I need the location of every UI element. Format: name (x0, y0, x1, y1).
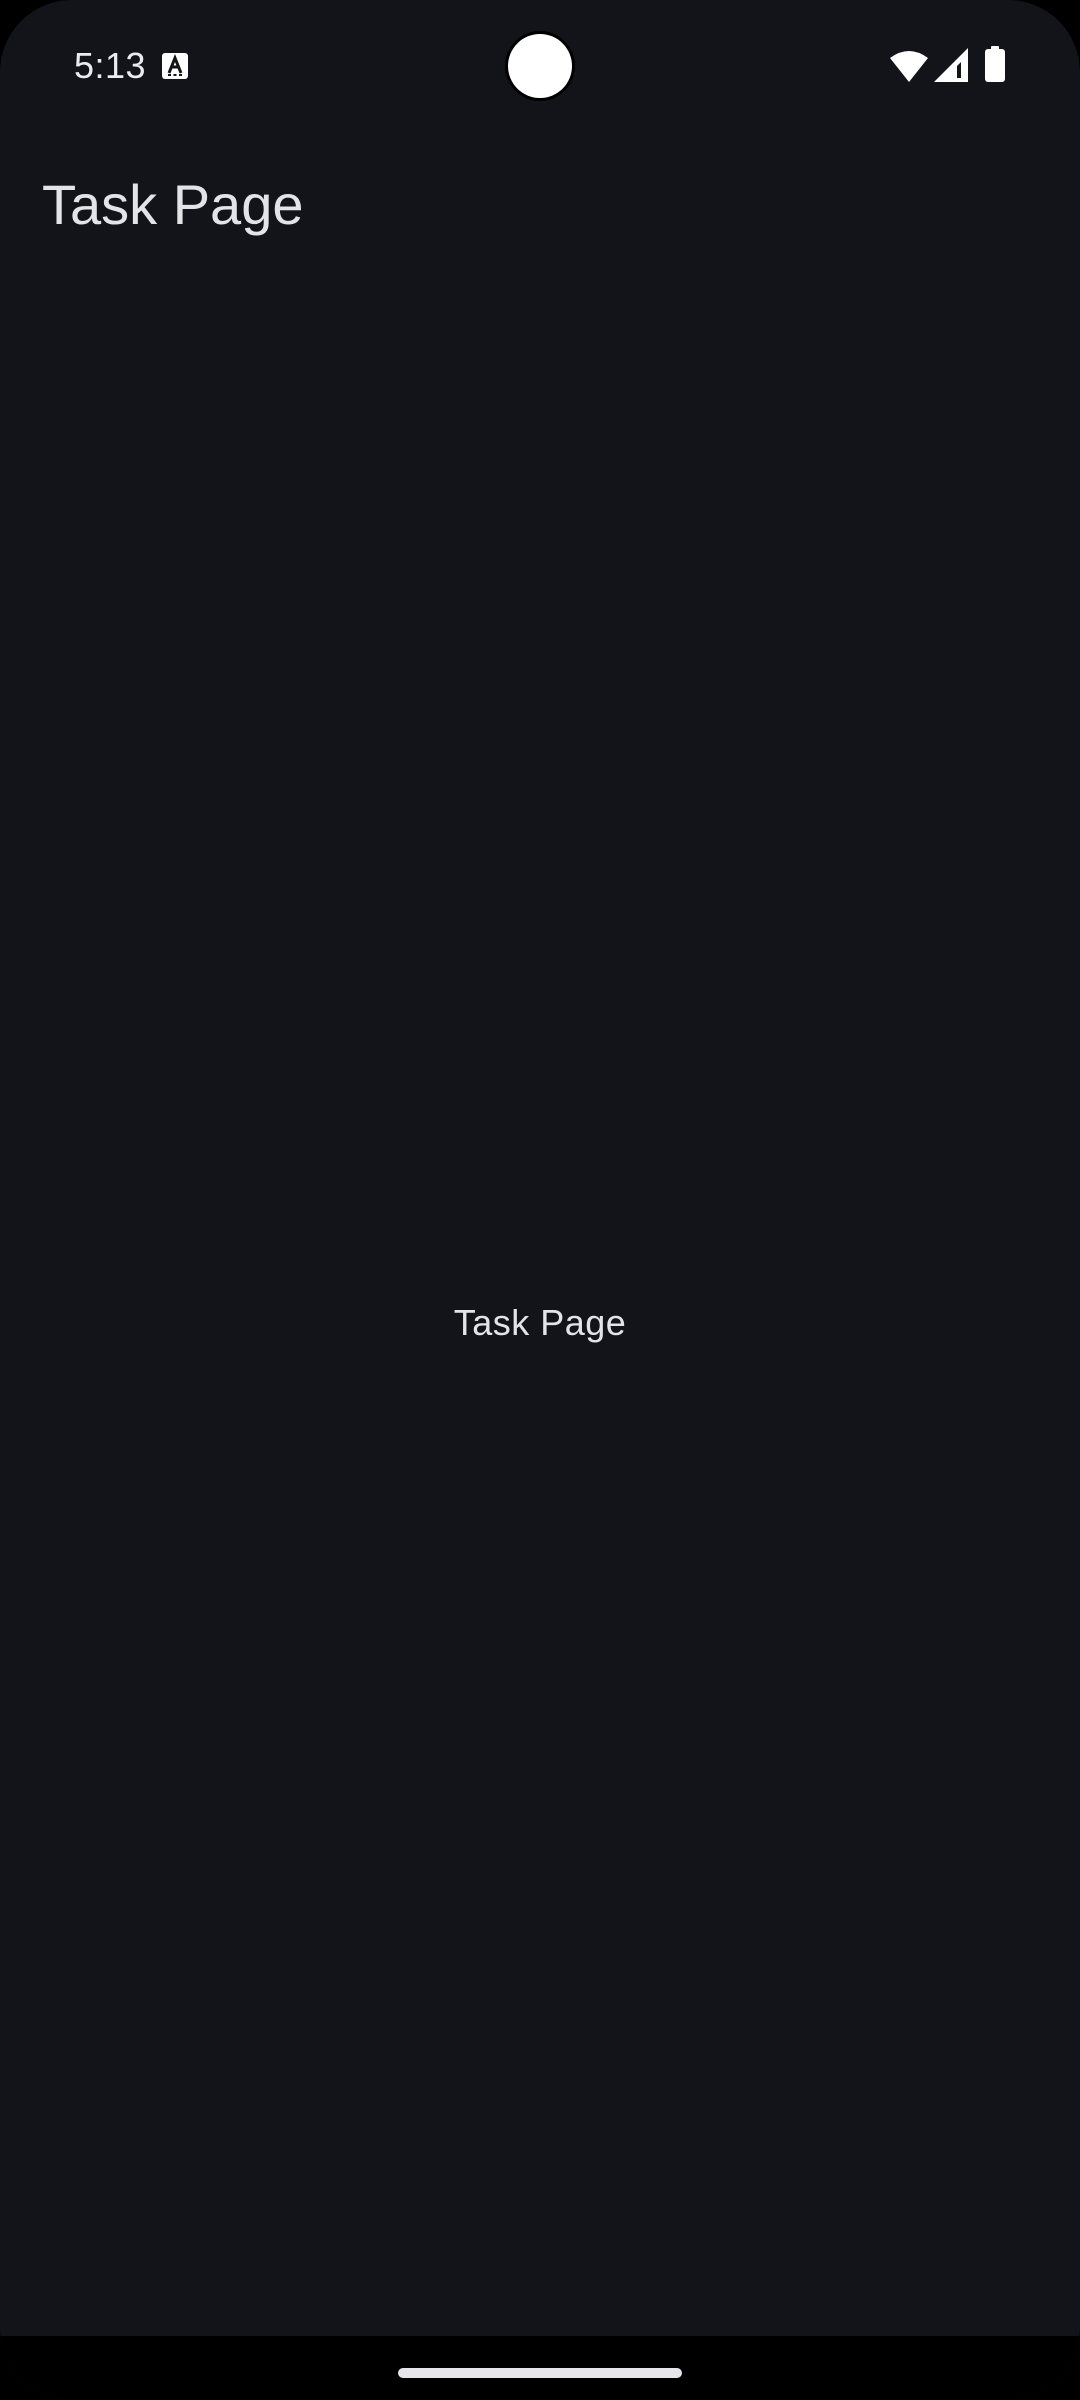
main-content: Task Page (0, 260, 1080, 2336)
camera-cutout (508, 34, 572, 98)
battery-icon (985, 46, 1005, 82)
page-title: Task Page (42, 173, 304, 236)
status-time: 5:13 (74, 45, 147, 86)
navigation-bar (0, 2336, 1080, 2400)
a-accessibility-icon (162, 53, 188, 79)
signal-icon (934, 48, 968, 82)
status-bar: 5:13 (0, 0, 1080, 132)
home-gesture-handle[interactable] (398, 2368, 682, 2378)
top-app-bar: Task Page (0, 150, 1080, 260)
content-text: Task Page (453, 1302, 627, 1343)
wifi-icon (890, 50, 928, 82)
screen: 5:13 Task Page Task Page (0, 0, 1080, 2400)
